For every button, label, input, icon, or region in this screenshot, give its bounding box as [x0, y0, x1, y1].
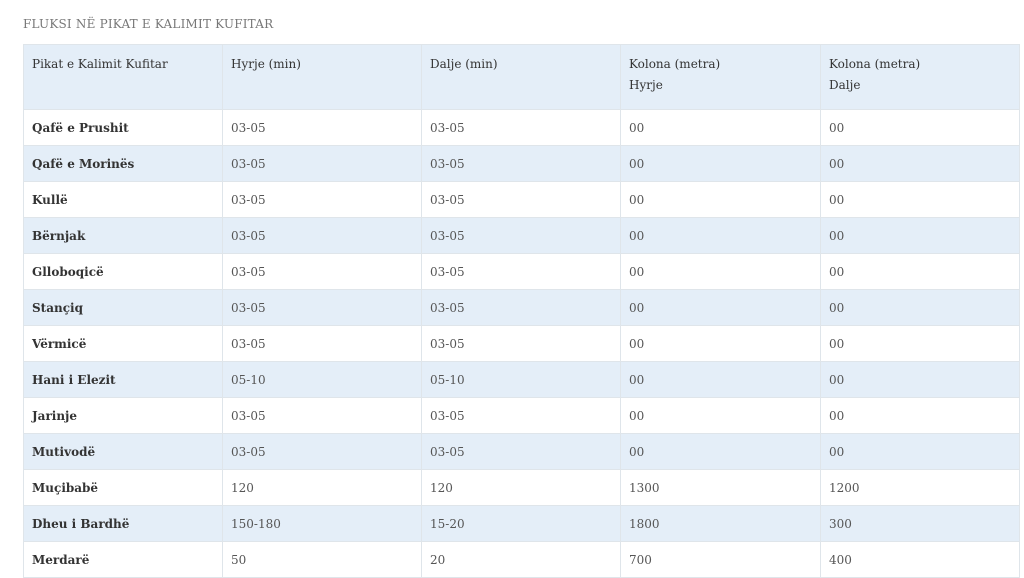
table-header: Pikat e Kalimit Kufitar Hyrje (min) Dalj… — [23, 44, 1020, 110]
table-row: Mutivodë 03-05 03-05 00 00 — [23, 433, 1020, 470]
crossing-point-cell: Jarinje — [23, 397, 223, 434]
table-row: Hani i Elezit 05-10 05-10 00 00 — [23, 361, 1020, 398]
exit-min-cell: 120 — [421, 469, 621, 506]
table-row: Jarinje 03-05 03-05 00 00 — [23, 397, 1020, 434]
entry-min-cell: 03-05 — [222, 253, 422, 290]
queue-entry-cell: 00 — [620, 109, 821, 146]
queue-entry-cell: 700 — [620, 541, 821, 578]
table-row: Dheu i Bardhë 150-180 15-20 1800 300 — [23, 505, 1020, 542]
crossing-point-cell: Mutivodë — [23, 433, 223, 470]
entry-min-cell: 150-180 — [222, 505, 422, 542]
header-crossing-point: Pikat e Kalimit Kufitar — [23, 44, 223, 110]
queue-exit-cell: 300 — [820, 505, 1020, 542]
entry-min-cell: 03-05 — [222, 397, 422, 434]
entry-min-cell: 05-10 — [222, 361, 422, 398]
table-row: Muçibabë 120 120 1300 1200 — [23, 469, 1020, 506]
header-label: Kolona (metra) — [629, 57, 721, 71]
exit-min-cell: 15-20 — [421, 505, 621, 542]
queue-exit-cell: 00 — [820, 433, 1020, 470]
exit-min-cell: 03-05 — [421, 109, 621, 146]
header-queue-entry: Kolona (metra) Hyrje — [620, 44, 821, 110]
queue-exit-cell: 00 — [820, 217, 1020, 254]
queue-exit-cell: 00 — [820, 289, 1020, 326]
queue-entry-cell: 00 — [620, 181, 821, 218]
entry-min-cell: 50 — [222, 541, 422, 578]
table-row: Kullë 03-05 03-05 00 00 — [23, 181, 1020, 218]
exit-min-cell: 03-05 — [421, 253, 621, 290]
queue-exit-cell: 00 — [820, 253, 1020, 290]
header-label: Pikat e Kalimit Kufitar — [32, 57, 168, 71]
table-body: Qafë e Prushit 03-05 03-05 00 00 Qafë e Morin… — [23, 109, 1020, 578]
table-row: Vërmicë 03-05 03-05 00 00 — [23, 325, 1020, 362]
queue-entry-cell: 00 — [620, 361, 821, 398]
entry-min-cell: 03-05 — [222, 289, 422, 326]
table-row: Qafë e Morinës 03-05 03-05 00 00 — [23, 145, 1020, 182]
crossing-point-cell: Dheu i Bardhë — [23, 505, 223, 542]
crossing-point-cell: Stançiq — [23, 289, 223, 326]
entry-min-cell: 03-05 — [222, 217, 422, 254]
queue-entry-cell: 1300 — [620, 469, 821, 506]
crossing-point-cell: Merdarë — [23, 541, 223, 578]
queue-entry-cell: 00 — [620, 289, 821, 326]
exit-min-cell: 03-05 — [421, 289, 621, 326]
table-row: Stançiq 03-05 03-05 00 00 — [23, 289, 1020, 326]
queue-entry-cell: 00 — [620, 433, 821, 470]
queue-exit-cell: 00 — [820, 109, 1020, 146]
exit-min-cell: 03-05 — [421, 217, 621, 254]
header-exit-min: Dalje (min) — [421, 44, 621, 110]
exit-min-cell: 03-05 — [421, 325, 621, 362]
exit-min-cell: 03-05 — [421, 181, 621, 218]
exit-min-cell: 05-10 — [421, 361, 621, 398]
header-sublabel: Dalje — [829, 78, 861, 92]
crossing-point-cell: Hani i Elezit — [23, 361, 223, 398]
entry-min-cell: 03-05 — [222, 181, 422, 218]
entry-min-cell: 03-05 — [222, 109, 422, 146]
table-caption: FLUKSI NË PIKAT E KALIMIT KUFITAR — [23, 17, 274, 31]
queue-exit-cell: 00 — [820, 325, 1020, 362]
crossing-point-cell: Muçibabë — [23, 469, 223, 506]
exit-min-cell: 03-05 — [421, 433, 621, 470]
entry-min-cell: 120 — [222, 469, 422, 506]
exit-min-cell: 03-05 — [421, 145, 621, 182]
queue-exit-cell: 00 — [820, 181, 1020, 218]
queue-exit-cell: 00 — [820, 361, 1020, 398]
header-row: Pikat e Kalimit Kufitar Hyrje (min) Dalj… — [23, 44, 1020, 110]
exit-min-cell: 20 — [421, 541, 621, 578]
queue-entry-cell: 00 — [620, 217, 821, 254]
queue-entry-cell: 00 — [620, 397, 821, 434]
queue-exit-cell: 1200 — [820, 469, 1020, 506]
table-row: Merdarë 50 20 700 400 — [23, 541, 1020, 578]
table-row: Qafë e Prushit 03-05 03-05 00 00 — [23, 109, 1020, 146]
table-row: Glloboqicë 03-05 03-05 00 00 — [23, 253, 1020, 290]
exit-min-cell: 03-05 — [421, 397, 621, 434]
header-sublabel: Hyrje — [629, 78, 663, 92]
queue-exit-cell: 00 — [820, 397, 1020, 434]
queue-exit-cell: 00 — [820, 145, 1020, 182]
crossing-point-cell: Qafë e Prushit — [23, 109, 223, 146]
queue-exit-cell: 400 — [820, 541, 1020, 578]
crossing-point-cell: Glloboqicë — [23, 253, 223, 290]
crossing-point-cell: Vërmicë — [23, 325, 223, 362]
header-label: Kolona (metra) — [829, 57, 921, 71]
crossing-point-cell: Kullë — [23, 181, 223, 218]
entry-min-cell: 03-05 — [222, 145, 422, 182]
crossing-point-cell: Qafë e Morinës — [23, 145, 223, 182]
border-flux-section: FLUKSI NË PIKAT E KALIMIT KUFITAR Pikat … — [23, 14, 1020, 578]
table-row: Bërnjak 03-05 03-05 00 00 — [23, 217, 1020, 254]
border-crossing-table: Pikat e Kalimit Kufitar Hyrje (min) Dalj… — [23, 44, 1020, 578]
queue-entry-cell: 00 — [620, 325, 821, 362]
header-label: Hyrje (min) — [231, 57, 301, 71]
queue-entry-cell: 00 — [620, 145, 821, 182]
queue-entry-cell: 00 — [620, 253, 821, 290]
header-label: Dalje (min) — [430, 57, 498, 71]
crossing-point-cell: Bërnjak — [23, 217, 223, 254]
entry-min-cell: 03-05 — [222, 325, 422, 362]
queue-entry-cell: 1800 — [620, 505, 821, 542]
header-entry-min: Hyrje (min) — [222, 44, 422, 110]
header-queue-exit: Kolona (metra) Dalje — [820, 44, 1020, 110]
entry-min-cell: 03-05 — [222, 433, 422, 470]
